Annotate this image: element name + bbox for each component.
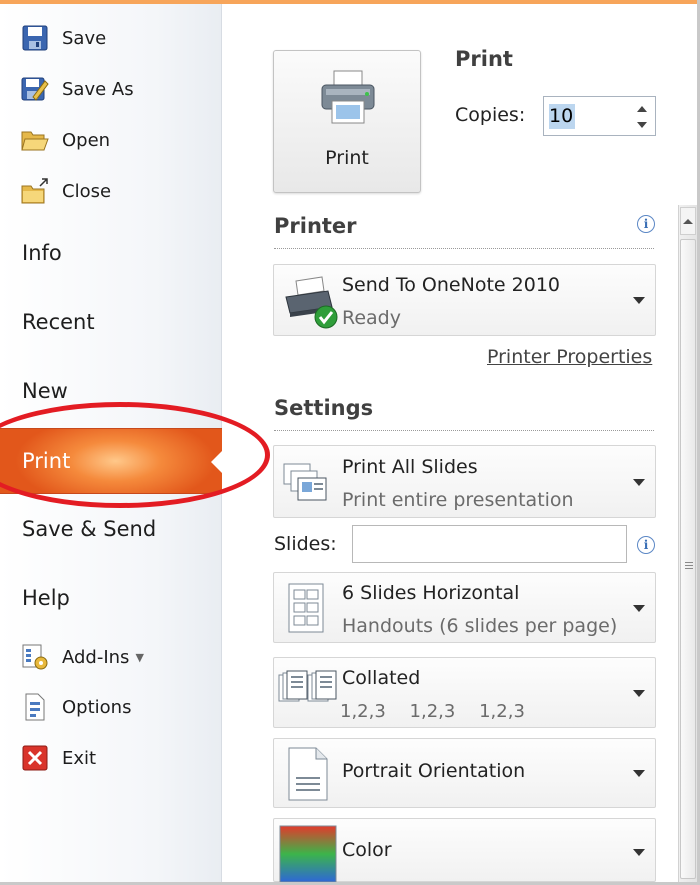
save-command[interactable]: Save bbox=[20, 21, 106, 55]
print-button-label: Print bbox=[325, 147, 369, 169]
dropdown-arrow-icon bbox=[633, 770, 645, 777]
tab-print[interactable]: Print bbox=[0, 428, 222, 494]
tab-print-label: Print bbox=[22, 449, 71, 473]
info-icon[interactable]: i bbox=[637, 215, 655, 233]
collation-sequence-item: 1,2,3 bbox=[479, 701, 525, 722]
open-label: Open bbox=[62, 129, 111, 151]
color-dropdown[interactable]: Color bbox=[273, 818, 656, 885]
printer-dropdown[interactable]: Send To OneNote 2010 Ready bbox=[273, 264, 656, 336]
printer-name: Send To OneNote 2010 bbox=[342, 274, 560, 296]
tab-info[interactable]: Info bbox=[22, 241, 62, 265]
dropdown-arrow-icon bbox=[633, 479, 645, 486]
exit-label: Exit bbox=[62, 747, 97, 769]
slides-input[interactable] bbox=[352, 525, 627, 563]
copies-label: Copies: bbox=[455, 104, 526, 126]
collation-title: Collated bbox=[342, 667, 421, 689]
print-range-subtitle: Print entire presentation bbox=[342, 489, 574, 511]
arrow-down-icon bbox=[637, 121, 647, 128]
print-heading: Print bbox=[455, 47, 513, 71]
tab-save-send[interactable]: Save & Send bbox=[22, 517, 156, 541]
add-ins-label: Add-Ins bbox=[62, 646, 130, 668]
section-divider bbox=[274, 430, 654, 431]
scroll-thumb[interactable] bbox=[680, 239, 696, 879]
layout-subtitle: Handouts (6 slides per page) bbox=[342, 615, 618, 637]
exit-icon bbox=[20, 743, 50, 773]
close-label: Close bbox=[62, 180, 112, 202]
copies-input[interactable] bbox=[547, 103, 615, 129]
color-swatch-icon bbox=[279, 825, 337, 885]
printer-properties-link[interactable]: Printer Properties bbox=[487, 346, 652, 368]
save-as-icon bbox=[20, 74, 50, 104]
collated-pages-icon bbox=[278, 670, 338, 712]
scroll-grip bbox=[685, 565, 693, 566]
options-command[interactable]: Options bbox=[20, 690, 131, 724]
scroll-up-button[interactable] bbox=[680, 207, 696, 235]
printer-status: Ready bbox=[342, 307, 401, 329]
layout-dropdown[interactable]: 6 Slides Horizontal Handouts (6 slides p… bbox=[273, 572, 656, 643]
copies-increment-button[interactable] bbox=[635, 101, 649, 116]
dropdown-arrow-icon bbox=[633, 297, 645, 304]
collation-sequence-item: 1,2,3 bbox=[409, 701, 456, 722]
settings-scrollbar[interactable] bbox=[678, 205, 697, 882]
backstage-sidebar: Save Save As Open Close Info Recent New … bbox=[0, 4, 222, 885]
color-title: Color bbox=[342, 839, 392, 861]
settings-heading: Settings bbox=[274, 396, 374, 420]
tab-new[interactable]: New bbox=[22, 379, 68, 403]
add-ins-command[interactable]: Add-Ins ▼ bbox=[20, 640, 144, 674]
copies-decrement-button[interactable] bbox=[635, 117, 649, 132]
handout-layout-icon bbox=[288, 583, 324, 637]
open-folder-icon bbox=[20, 125, 50, 155]
add-ins-icon bbox=[20, 642, 50, 672]
slides-label: Slides: bbox=[274, 533, 337, 555]
orientation-title: Portrait Orientation bbox=[342, 760, 526, 782]
printer-ready-icon bbox=[282, 275, 340, 333]
scroll-grip bbox=[685, 568, 693, 569]
arrow-up-icon bbox=[683, 218, 693, 224]
print-button[interactable]: Print bbox=[273, 50, 421, 193]
portrait-orientation-icon bbox=[288, 747, 328, 805]
close-folder-icon bbox=[20, 176, 50, 206]
print-range-dropdown[interactable]: Print All Slides Print entire presentati… bbox=[273, 445, 656, 518]
printer-heading: Printer bbox=[274, 214, 357, 238]
dropdown-arrow-icon bbox=[633, 605, 645, 612]
copies-stepper[interactable] bbox=[543, 96, 656, 136]
save-as-command[interactable]: Save As bbox=[20, 72, 134, 106]
info-icon[interactable]: i bbox=[637, 536, 655, 554]
tab-recent[interactable]: Recent bbox=[22, 310, 95, 334]
open-command[interactable]: Open bbox=[20, 123, 110, 157]
selected-tab-notch bbox=[211, 451, 222, 473]
save-icon bbox=[20, 23, 50, 53]
options-label: Options bbox=[62, 696, 132, 718]
collation-sequence-item: 1,2,3 bbox=[340, 701, 386, 722]
save-as-label: Save As bbox=[62, 78, 134, 100]
close-command[interactable]: Close bbox=[20, 174, 111, 208]
dropdown-arrow-icon bbox=[633, 690, 645, 697]
print-range-title: Print All Slides bbox=[342, 456, 478, 478]
save-label: Save bbox=[62, 27, 107, 49]
printer-icon bbox=[318, 67, 378, 131]
arrow-up-icon bbox=[637, 105, 647, 112]
exit-command[interactable]: Exit bbox=[20, 741, 96, 775]
collation-dropdown[interactable]: Collated 1,2,3 1,2,3 1,2,3 bbox=[273, 657, 656, 728]
options-icon bbox=[20, 692, 50, 722]
dropdown-arrow-icon bbox=[633, 849, 645, 856]
section-divider bbox=[274, 248, 654, 249]
orientation-dropdown[interactable]: Portrait Orientation bbox=[273, 738, 656, 808]
tab-help[interactable]: Help bbox=[22, 586, 70, 610]
layout-title: 6 Slides Horizontal bbox=[342, 582, 520, 604]
collation-sequence: 1,2,3 1,2,3 1,2,3 bbox=[340, 701, 543, 722]
chevron-down-icon: ▼ bbox=[135, 650, 144, 664]
scroll-grip bbox=[685, 562, 693, 563]
print-all-slides-icon bbox=[282, 460, 330, 508]
